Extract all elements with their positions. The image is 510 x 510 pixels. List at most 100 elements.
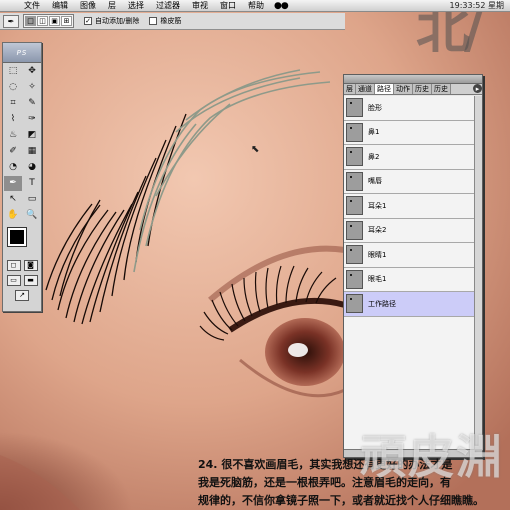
slice-tool-icon[interactable]: ✎ — [23, 96, 41, 111]
rubber-band-label: 橡皮筋 — [160, 17, 182, 25]
menu-filter[interactable]: 过滤器 — [150, 0, 186, 12]
zoom-tool-icon[interactable]: 🔍 — [23, 208, 41, 223]
path-label: 耳朵1 — [368, 201, 387, 210]
path-row[interactable]: 鼻2 — [344, 145, 474, 170]
screen-mode-full-icon[interactable]: ▬ — [23, 275, 38, 286]
panel-scrollbar[interactable] — [474, 96, 482, 449]
checkbox-unchecked-icon — [149, 17, 158, 25]
path-label: 嘴唇 — [368, 177, 382, 186]
path-label: 耳朵2 — [368, 226, 387, 235]
watermark-bottom: 頑皮淵 — [360, 430, 504, 484]
pen-cursor-icon: ⬉ — [251, 144, 260, 155]
menu-edit[interactable]: 编辑 — [46, 0, 74, 12]
path-label: 眼毛1 — [368, 275, 387, 284]
menu-bar: 文件 编辑 图像 层 选择 过滤器 审视 窗口 帮助 ●● 19:33:52 星… — [0, 0, 510, 12]
caption-line-3: 规律的，不信你拿镜子照一下，或者就近找个人仔细瞧瞧。 — [198, 494, 484, 507]
path-label: 眼睛1 — [368, 250, 387, 259]
auto-add-delete-label: 自动添加/删除 — [95, 17, 140, 25]
healing-brush-tool-icon[interactable]: ⌇ — [4, 112, 22, 127]
paths-panel: 层 通道 路径 动作 历史 历史 ▸ 脸形 鼻1 鼻2 嘴唇 耳朵1 耳朵2 眼… — [343, 74, 483, 458]
menu-file[interactable]: 文件 — [18, 0, 46, 12]
paths-mode-icon[interactable]: ◫ — [37, 16, 48, 26]
path-row[interactable]: 眼毛1 — [344, 268, 474, 292]
path-label: 工作路径 — [368, 299, 396, 308]
path-thumbnail — [346, 171, 363, 191]
gradient-tool-icon[interactable]: ▦ — [23, 144, 41, 159]
panel-menu-arrow-icon[interactable]: ▸ — [473, 84, 482, 93]
rectangle-tool-icon[interactable]: ▭ — [23, 192, 41, 207]
tool-grid: ⬚ ✥ ◌ ✧ ⌗ ✎ ⌇ ✑ ♨ ◩ ✐ ▦ ◔ ◕ ✒ T ↖ ▭ ✋ 🔍 — [3, 63, 41, 224]
path-row[interactable]: 鼻1 — [344, 121, 474, 145]
path-row[interactable]: 嘴唇 — [344, 170, 474, 194]
tab-layers[interactable]: 层 — [344, 84, 356, 94]
tab-history[interactable]: 历史 — [413, 84, 432, 94]
path-thumbnail — [346, 122, 363, 142]
path-row[interactable]: 耳朵1 — [344, 194, 474, 219]
path-label: 鼻1 — [368, 128, 380, 137]
path-label: 脸形 — [368, 103, 382, 112]
quick-mask-icon[interactable]: ◙ — [23, 260, 38, 271]
mask-mode-row: ◻ ◙ — [3, 258, 41, 273]
jump-to-imageready-icon[interactable]: ↗ — [15, 290, 29, 301]
auto-add-delete-checkbox[interactable]: ✓ 自动添加/删除 — [84, 16, 139, 26]
menu-help[interactable]: 帮助 — [242, 0, 270, 12]
path-selection-tool-icon[interactable]: ↖ — [4, 192, 22, 207]
foreground-color-swatch[interactable] — [7, 227, 27, 247]
path-row[interactable]: 眼睛1 — [344, 243, 474, 268]
path-mode-group: □ ◫ ▣ ⊞ — [23, 14, 74, 28]
screen-mode-standard-icon[interactable]: ▭ — [6, 275, 21, 286]
magic-wand-tool-icon[interactable]: ✧ — [23, 80, 41, 95]
paths-list: 脸形 鼻1 鼻2 嘴唇 耳朵1 耳朵2 眼睛1 眼毛1 工作路径 — [344, 96, 474, 449]
path-row-selected[interactable]: 工作路径 — [344, 292, 474, 317]
jump-row: ↗ — [3, 288, 41, 303]
path-thumbnail — [346, 220, 363, 240]
brush-tool-icon[interactable]: ✑ — [23, 112, 41, 127]
fill-pixels-mode-icon[interactable]: ▣ — [49, 16, 60, 26]
tab-history-2[interactable]: 历史 — [432, 84, 451, 94]
path-label: 鼻2 — [368, 152, 380, 161]
tool-options-bar: ✒ □ ◫ ▣ ⊞ ✓ 自动添加/删除 橡皮筋 — [0, 13, 345, 30]
eyes-icon: ●● — [274, 0, 289, 11]
path-thumbnail — [346, 245, 363, 265]
move-tool-icon[interactable]: ✥ — [23, 64, 41, 79]
lasso-tool-icon[interactable]: ◌ — [4, 80, 22, 95]
menu-window[interactable]: 窗口 — [214, 0, 242, 12]
tab-channels[interactable]: 通道 — [356, 84, 375, 94]
path-thumbnail — [346, 269, 363, 289]
tab-paths[interactable]: 路径 — [375, 84, 394, 94]
standard-mode-icon[interactable]: ◻ — [6, 260, 21, 271]
checkbox-checked-icon: ✓ — [84, 17, 92, 25]
path-thumbnail — [346, 196, 363, 216]
screen-mode-row: ▭ ▬ — [3, 273, 41, 288]
shape-layer-mode-icon[interactable]: □ — [25, 16, 36, 26]
path-thumbnail — [346, 294, 363, 314]
type-tool-icon[interactable]: T — [23, 176, 41, 191]
rubber-band-checkbox[interactable]: 橡皮筋 — [149, 16, 181, 26]
menu-view[interactable]: 审视 — [186, 0, 214, 12]
blur-tool-icon[interactable]: ◔ — [4, 160, 22, 175]
menubar-clock: 19:33:52 星期 — [449, 1, 504, 10]
path-row[interactable]: 耳朵2 — [344, 219, 474, 243]
path-row[interactable]: 脸形 — [344, 96, 474, 121]
pen-tool-icon[interactable]: ✒ — [4, 176, 22, 191]
crop-tool-icon[interactable]: ⌗ — [4, 96, 22, 111]
panel-tabs: 层 通道 路径 动作 历史 历史 ▸ — [344, 84, 482, 95]
dodge-tool-icon[interactable]: ◕ — [23, 160, 41, 175]
eraser-tool-icon[interactable]: ✐ — [4, 144, 22, 159]
history-brush-tool-icon[interactable]: ◩ — [23, 128, 41, 143]
toolbox-header-logo: PS — [3, 43, 41, 63]
clone-stamp-tool-icon[interactable]: ♨ — [4, 128, 22, 143]
hand-tool-icon[interactable]: ✋ — [4, 208, 22, 223]
menu-select[interactable]: 选择 — [122, 0, 150, 12]
combine-mode-icon[interactable]: ⊞ — [61, 16, 72, 26]
menu-layer[interactable]: 层 — [102, 0, 122, 12]
marquee-tool-icon[interactable]: ⬚ — [4, 64, 22, 79]
color-swatches — [5, 226, 39, 256]
toolbox-palette: PS ⬚ ✥ ◌ ✧ ⌗ ✎ ⌇ ✑ ♨ ◩ ✐ ▦ ◔ ◕ ✒ T ↖ ▭ ✋… — [2, 42, 42, 312]
path-thumbnail — [346, 98, 363, 118]
pen-tool-preset-icon[interactable]: ✒ — [3, 14, 19, 28]
panel-title-bar[interactable] — [344, 75, 482, 84]
tab-actions[interactable]: 动作 — [394, 84, 413, 94]
path-thumbnail — [346, 147, 363, 167]
menu-image[interactable]: 图像 — [74, 0, 102, 12]
